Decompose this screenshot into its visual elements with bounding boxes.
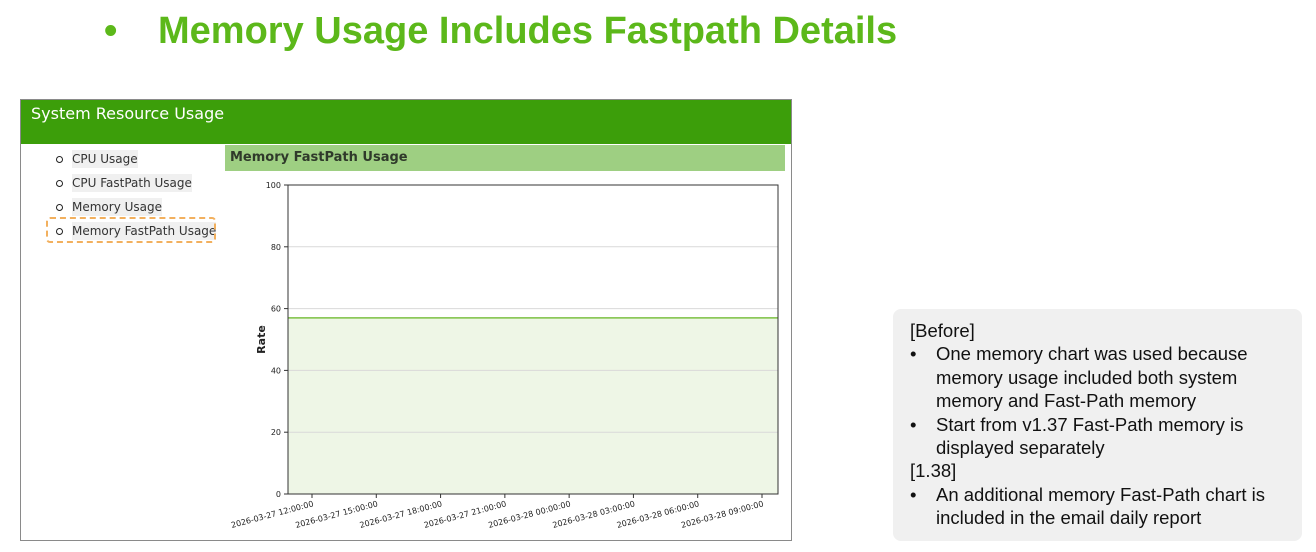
y-tick-label: 60 bbox=[271, 305, 281, 314]
menu-item-label: CPU Usage bbox=[72, 150, 138, 168]
slide-title-text: Memory Usage Includes Fastpath Details bbox=[158, 10, 898, 52]
title-bullet: • bbox=[104, 10, 118, 52]
note-item: An additional memory Fast-Path chart is … bbox=[910, 483, 1288, 530]
y-axis-label: Rate bbox=[255, 325, 268, 354]
note-item: One memory chart was used because memory… bbox=[910, 342, 1288, 412]
menu-item-cpu-fastpath-usage[interactable]: CPU FastPath Usage bbox=[51, 171, 221, 195]
menu-item-label: Memory FastPath Usage bbox=[72, 222, 217, 240]
note-section-1-38: [1.38] An additional memory Fast-Path ch… bbox=[910, 459, 1288, 529]
circle-bullet-icon bbox=[56, 204, 63, 211]
note-heading: [1.38] bbox=[910, 460, 957, 482]
memory-fastpath-chart: 0204060801002026-03-27 12:00:002026-03-2… bbox=[230, 181, 779, 530]
y-tick-label: 40 bbox=[271, 366, 281, 375]
menu-item-cpu-usage[interactable]: CPU Usage bbox=[51, 147, 221, 171]
menu-item-label: Memory Usage bbox=[72, 198, 163, 216]
system-resource-panel: System Resource Usage CPU Usage CPU Fast… bbox=[20, 99, 792, 541]
notes-box: [Before] One memory chart was used becau… bbox=[893, 309, 1302, 541]
menu-item-memory-usage[interactable]: Memory Usage bbox=[51, 195, 221, 219]
y-tick-label: 0 bbox=[276, 490, 281, 499]
y-tick-label: 20 bbox=[271, 428, 281, 437]
panel-header: System Resource Usage bbox=[21, 100, 791, 144]
menu-item-label: CPU FastPath Usage bbox=[72, 174, 192, 192]
resource-menu: CPU Usage CPU FastPath Usage Memory Usag… bbox=[46, 147, 221, 243]
note-item: Start from v1.37 Fast-Path memory is dis… bbox=[910, 413, 1288, 460]
chart-title: Memory FastPath Usage bbox=[225, 145, 785, 171]
circle-bullet-icon bbox=[56, 156, 63, 163]
y-tick-label: 80 bbox=[271, 243, 281, 252]
circle-bullet-icon bbox=[56, 180, 63, 187]
y-tick-label: 100 bbox=[266, 181, 281, 190]
note-list: One memory chart was used because memory… bbox=[910, 342, 1288, 459]
note-list: An additional memory Fast-Path chart is … bbox=[910, 483, 1288, 530]
area-fill bbox=[288, 317, 778, 494]
note-section-before: [Before] One memory chart was used becau… bbox=[910, 319, 1288, 459]
note-heading: [Before] bbox=[910, 320, 975, 341]
slide-title: • Memory Usage Includes Fastpath Details bbox=[104, 10, 897, 60]
circle-bullet-icon bbox=[56, 228, 63, 235]
menu-item-memory-fastpath-usage[interactable]: Memory FastPath Usage bbox=[46, 217, 221, 243]
